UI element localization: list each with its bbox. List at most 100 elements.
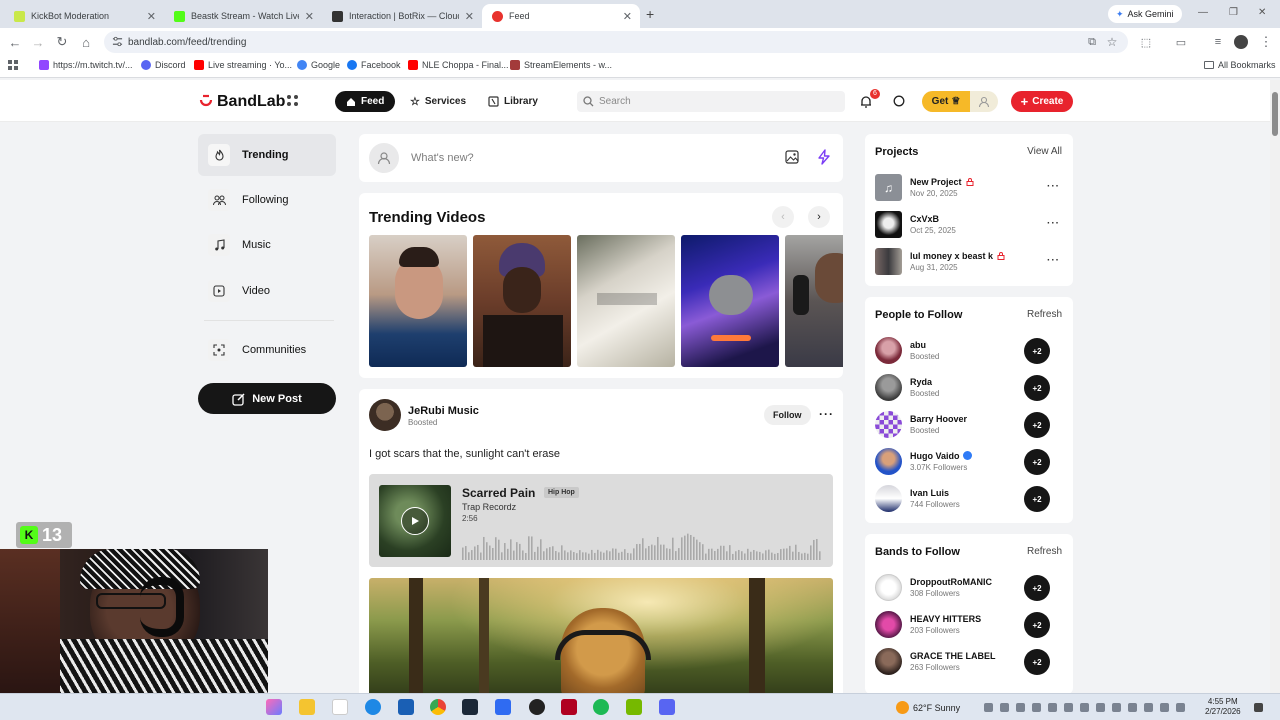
profile-avatar-icon[interactable]: [1233, 34, 1249, 50]
chrome-icon[interactable]: [430, 699, 446, 715]
video-thumbnail[interactable]: [681, 235, 779, 367]
extensions-icon[interactable]: ⬚: [1138, 34, 1154, 50]
tray-icon[interactable]: [1032, 703, 1041, 712]
discord-icon[interactable]: [659, 699, 675, 715]
more-options-icon[interactable]: ···: [819, 407, 834, 421]
follow-button[interactable]: Follow: [764, 405, 811, 425]
carousel-next-button[interactable]: ›: [808, 206, 830, 228]
browser-tab-feed[interactable]: Feed ✕: [482, 4, 640, 28]
bookmark-facebook[interactable]: Facebook: [347, 60, 401, 70]
sidebar-item-video[interactable]: Video: [198, 270, 336, 312]
tray-icon[interactable]: [1064, 703, 1073, 712]
notifications-icon[interactable]: [1254, 703, 1263, 712]
get-membership-button[interactable]: Get ♕: [922, 91, 970, 112]
follow-user-button[interactable]: +2: [1024, 338, 1050, 364]
browser-tab-beastk[interactable]: Beastk Stream - Watch Live on ✕: [164, 4, 322, 28]
person-row[interactable]: Hugo Vaido 3.07K Followers +2: [875, 448, 1063, 476]
file-explorer-icon[interactable]: [299, 699, 315, 715]
image-upload-icon[interactable]: [785, 150, 799, 164]
forward-icon[interactable]: →: [30, 34, 46, 50]
carousel-prev-button[interactable]: ‹: [772, 206, 794, 228]
post-image[interactable]: [369, 578, 833, 699]
app-icon[interactable]: [561, 699, 577, 715]
close-tab-icon[interactable]: ✕: [623, 10, 632, 23]
post-author-avatar[interactable]: [369, 399, 401, 431]
spotify-icon[interactable]: [593, 699, 609, 715]
sidebar-item-music[interactable]: Music: [198, 224, 336, 266]
bookmark-streamelements[interactable]: StreamElements - w...: [510, 60, 612, 70]
person-row[interactable]: Ryda Boosted +2: [875, 374, 1063, 402]
apps-switcher-icon[interactable]: [286, 94, 299, 107]
steam-icon[interactable]: [462, 699, 478, 715]
user-avatar-button[interactable]: [970, 91, 998, 112]
compose-box[interactable]: What's new?: [359, 134, 843, 182]
band-row[interactable]: GRACE THE LABEL 263 Followers +2: [875, 648, 1063, 676]
menu-kebab-icon[interactable]: ⋮: [1258, 34, 1274, 50]
follow-band-button[interactable]: +2: [1024, 612, 1050, 638]
minimize-icon[interactable]: —: [1198, 7, 1208, 18]
obs-icon[interactable]: [529, 699, 545, 715]
bandlab-logo[interactable]: BandLab: [198, 93, 285, 111]
apps-grid-icon[interactable]: [8, 60, 18, 70]
more-options-icon[interactable]: ···: [1047, 218, 1060, 229]
sidebar-item-communities[interactable]: Communities: [198, 329, 336, 371]
play-button[interactable]: [401, 507, 429, 535]
browser-tab-botrix[interactable]: Interaction | BotRix — Cloud St ✕: [322, 4, 482, 28]
track-player[interactable]: Scarred Pain Hip Hop Trap Recordz 2:56: [369, 474, 833, 567]
person-row[interactable]: Ivan Luis 744 Followers +2: [875, 485, 1063, 513]
bands-refresh-link[interactable]: Refresh: [1027, 546, 1062, 557]
project-row[interactable]: lul money x beast k Aug 31, 2025 ···: [875, 248, 1063, 276]
tray-icon[interactable]: [1128, 703, 1137, 712]
tray-icon[interactable]: [984, 703, 993, 712]
follow-user-button[interactable]: +2: [1024, 486, 1050, 512]
bookmark-youtube[interactable]: Live streaming · Yo...: [194, 60, 292, 70]
more-options-icon[interactable]: ···: [1047, 181, 1060, 192]
video-thumbnail[interactable]: [473, 235, 571, 367]
people-refresh-link[interactable]: Refresh: [1027, 309, 1062, 320]
scrollbar-thumb[interactable]: [1272, 92, 1278, 136]
video-thumbnail[interactable]: [577, 235, 675, 367]
bookmark-google[interactable]: Google: [297, 60, 340, 70]
bookmark-nle[interactable]: NLE Choppa - Final...: [408, 60, 509, 70]
reload-icon[interactable]: ↻: [54, 34, 70, 50]
copilot-icon[interactable]: [266, 699, 282, 715]
battery-icon[interactable]: [1176, 703, 1185, 712]
site-info-icon[interactable]: [112, 36, 123, 47]
post-author-name[interactable]: JeRubi Music: [408, 405, 479, 417]
track-artist[interactable]: Trap Recordz: [462, 502, 516, 512]
page-scrollbar[interactable]: [1270, 80, 1280, 693]
notepad-icon[interactable]: [332, 699, 348, 715]
close-window-icon[interactable]: ✕: [1258, 7, 1266, 18]
new-post-button[interactable]: New Post: [198, 383, 336, 414]
create-button[interactable]: + Create: [1011, 91, 1073, 112]
follow-user-button[interactable]: +2: [1024, 412, 1050, 438]
tray-icon[interactable]: [1112, 703, 1121, 712]
video-thumbnail[interactable]: [369, 235, 467, 367]
nav-library-button[interactable]: Library: [488, 91, 538, 112]
nav-services-button[interactable]: ☆ Services: [410, 91, 466, 112]
back-icon[interactable]: ←: [7, 34, 23, 50]
app-icon[interactable]: [495, 699, 511, 715]
waveform[interactable]: [462, 528, 822, 560]
bookmark-twitch[interactable]: https://m.twitch.tv/...: [39, 60, 133, 70]
media-controls-icon[interactable]: ≡: [1210, 34, 1226, 50]
tray-icon[interactable]: [1080, 703, 1089, 712]
tray-icon[interactable]: [1048, 703, 1057, 712]
close-tab-icon[interactable]: ✕: [147, 10, 156, 23]
project-row[interactable]: CxVxB Oct 25, 2025 ···: [875, 211, 1063, 239]
track-title[interactable]: Scarred Pain: [462, 486, 535, 500]
new-tab-icon[interactable]: +: [646, 6, 654, 22]
tray-icon[interactable]: [1096, 703, 1105, 712]
project-row[interactable]: ♫ New Project Nov 20, 2025 ···: [875, 174, 1063, 202]
follow-user-button[interactable]: +2: [1024, 375, 1050, 401]
more-options-icon[interactable]: ···: [1047, 255, 1060, 266]
projects-view-all-link[interactable]: View All: [1027, 146, 1062, 157]
follow-band-button[interactable]: +2: [1024, 575, 1050, 601]
browser-tab-kickbot[interactable]: KickBot Moderation ✕: [4, 4, 164, 28]
person-row[interactable]: Barry Hoover Boosted +2: [875, 411, 1063, 439]
restore-icon[interactable]: ❐: [1229, 7, 1238, 18]
sidebar-item-trending[interactable]: Trending: [198, 134, 336, 176]
split-view-icon[interactable]: ▭: [1173, 34, 1189, 50]
search-input[interactable]: Search: [577, 91, 845, 112]
follow-band-button[interactable]: +2: [1024, 649, 1050, 675]
